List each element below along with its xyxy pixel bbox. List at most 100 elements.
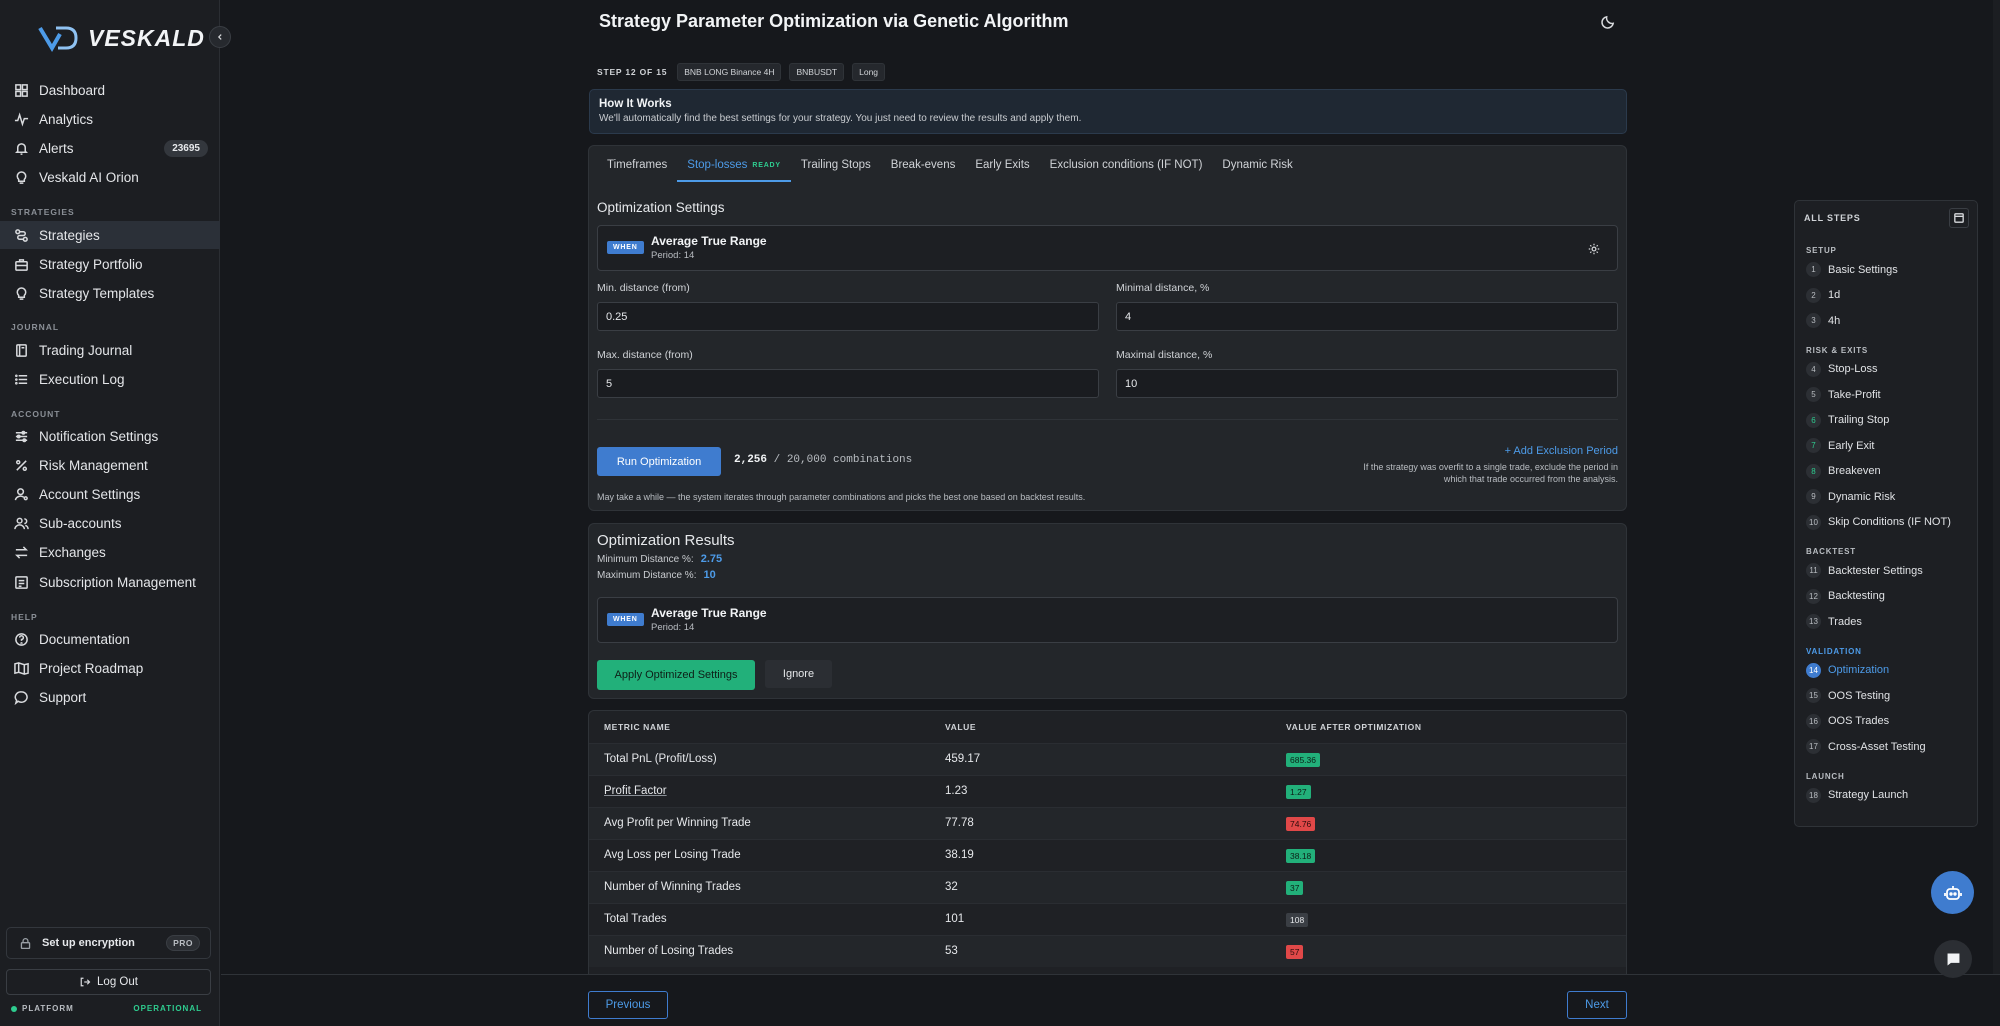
step-item-trades[interactable]: 13 Trades bbox=[1806, 614, 1862, 629]
setup-encryption-button[interactable]: Set up encryption PRO bbox=[6, 927, 211, 959]
sidebar-item-analytics[interactable]: Analytics bbox=[0, 105, 220, 133]
step-item-basic-settings[interactable]: 1 Basic Settings bbox=[1806, 262, 1898, 277]
sidebar-section-label: STRATEGIES bbox=[11, 207, 75, 217]
sidebar-item-project-roadmap[interactable]: Project Roadmap bbox=[0, 654, 220, 682]
step-label: Trailing Stop bbox=[1828, 414, 1890, 426]
sidebar-item-documentation[interactable]: Documentation bbox=[0, 625, 220, 653]
step-item-breakeven[interactable]: 8 Breakeven bbox=[1806, 463, 1881, 479]
step-item-early-exit[interactable]: 7 Early Exit bbox=[1806, 438, 1874, 453]
sidebar-item-strategy-templates[interactable]: Strategy Templates bbox=[0, 279, 220, 307]
step-item-trailing-stop[interactable]: 6 Trailing Stop bbox=[1806, 412, 1890, 428]
sidebar-item-dashboard[interactable]: Dashboard bbox=[0, 76, 220, 104]
step-label: STEP 12 OF 15 bbox=[597, 67, 668, 77]
sidebar-item-exchanges[interactable]: Exchanges bbox=[0, 539, 220, 567]
all-steps-panel: ALL STEPS SETUP 1 Basic Settings 2 1d 3 4h RISK… bbox=[1794, 200, 1978, 827]
step-item-backtesting[interactable]: 12 Backtesting bbox=[1806, 588, 1885, 604]
sidebar-item-label: Analytics bbox=[39, 111, 94, 127]
indicator-card[interactable]: WHEN Average True Range Period: 14 bbox=[597, 225, 1618, 271]
metric-name: Number of Winning Trades bbox=[604, 881, 741, 893]
sliders-icon-wrap bbox=[13, 428, 29, 444]
optimization-results-title: Optimization Results bbox=[597, 532, 735, 549]
tab-break-evens[interactable]: Break-evens bbox=[881, 155, 966, 182]
logout-button[interactable]: Log Out bbox=[6, 969, 211, 995]
step-item-skip-conditions-if-not[interactable]: 10 Skip Conditions (IF NOT) bbox=[1806, 514, 1951, 530]
metric-value-after: 37 bbox=[1286, 881, 1304, 895]
bell-icon-wrap bbox=[13, 140, 29, 156]
brand-logo[interactable]: VESKALD bbox=[38, 24, 205, 52]
step-label: Trades bbox=[1828, 615, 1862, 628]
tab-timeframes[interactable]: Timeframes bbox=[597, 155, 677, 182]
tab-exclusion-conditions-if-not[interactable]: Exclusion conditions (IF NOT) bbox=[1040, 155, 1213, 182]
max-distance-from-input[interactable]: 5 bbox=[597, 369, 1099, 398]
sidebar-item-strategy-portfolio[interactable]: Strategy Portfolio bbox=[0, 250, 220, 278]
sidebar-item-label: Alerts bbox=[39, 140, 74, 156]
steps-collapse-button[interactable] bbox=[1949, 208, 1969, 228]
minimal-distance-pct-label: Minimal distance, % bbox=[1116, 282, 1210, 294]
step-item-stop-loss[interactable]: 4 Stop-Loss bbox=[1806, 361, 1878, 377]
tab-stop-losses[interactable]: Stop-losses READY bbox=[677, 155, 791, 182]
sidebar-item-notification-settings[interactable]: Notification Settings bbox=[0, 422, 220, 450]
collapse-sidebar-button[interactable] bbox=[209, 26, 231, 48]
step-label: OOS Trades bbox=[1828, 715, 1890, 727]
step-number: 17 bbox=[1806, 739, 1821, 754]
step-number: 3 bbox=[1806, 313, 1821, 328]
previous-button[interactable]: Previous bbox=[588, 991, 668, 1019]
step-item-oos-trades[interactable]: 16 OOS Trades bbox=[1806, 713, 1890, 729]
step-number: 14 bbox=[1806, 662, 1821, 678]
sidebar-item-trading-journal[interactable]: Trading Journal bbox=[0, 336, 220, 364]
step-item-1d[interactable]: 2 1d bbox=[1806, 287, 1840, 303]
user-gear-icon bbox=[14, 488, 28, 501]
robot-icon bbox=[1943, 885, 1962, 900]
sidebar-item-account-settings[interactable]: Account Settings bbox=[0, 480, 220, 508]
sidebar-item-label: Strategies bbox=[39, 227, 100, 243]
sidebar-item-sub-accounts[interactable]: Sub-accounts bbox=[0, 510, 220, 538]
optimization-settings-title: Optimization Settings bbox=[597, 200, 725, 215]
sidebar-item-risk-management[interactable]: Risk Management bbox=[0, 451, 220, 479]
step-item-backtester-settings[interactable]: 11 Backtester Settings bbox=[1806, 563, 1923, 578]
step-number: 12 bbox=[1806, 588, 1821, 604]
tab-trailing-stops[interactable]: Trailing Stops bbox=[791, 155, 881, 182]
scrollbar[interactable] bbox=[1993, 0, 2000, 974]
tab-dynamic-risk[interactable]: Dynamic Risk bbox=[1212, 155, 1302, 182]
step-label: Backtester Settings bbox=[1828, 564, 1923, 577]
step-item-cross-asset-testing[interactable]: 17 Cross-Asset Testing bbox=[1806, 739, 1926, 754]
step-item-dynamic-risk[interactable]: 9 Dynamic Risk bbox=[1806, 489, 1895, 504]
support-chat-button[interactable] bbox=[1934, 940, 1972, 978]
sidebar-item-veskald-ai-orion[interactable]: Veskald AI Orion bbox=[0, 164, 220, 192]
step-item-oos-testing[interactable]: 15 OOS Testing bbox=[1806, 688, 1890, 703]
apply-optimized-settings-button[interactable]: Apply Optimized Settings bbox=[597, 660, 755, 690]
run-optimization-button[interactable]: Run Optimization bbox=[597, 447, 721, 476]
step-item-take-profit[interactable]: 5 Take-Profit bbox=[1806, 387, 1881, 402]
sidebar-item-execution-log[interactable]: Execution Log bbox=[0, 365, 220, 393]
tab-early-exits[interactable]: Early Exits bbox=[965, 155, 1039, 182]
brand-name: VESKALD bbox=[88, 24, 205, 51]
table-row: Profit Factor 1.23 1.27 bbox=[589, 775, 1626, 807]
sidebar-item-subscription-management[interactable]: Subscription Management bbox=[0, 568, 220, 596]
indicator-settings-button[interactable] bbox=[1588, 242, 1602, 256]
add-exclusion-period-link[interactable]: + Add Exclusion Period bbox=[1505, 445, 1618, 457]
operational-status: OPERATIONAL bbox=[133, 1004, 202, 1013]
theme-toggle-button[interactable] bbox=[1601, 14, 1619, 32]
sidebar-item-support[interactable]: Support bbox=[0, 683, 220, 711]
ai-assistant-button[interactable] bbox=[1931, 871, 1974, 914]
when-badge: WHEN bbox=[607, 241, 644, 254]
min-distance-from-input[interactable]: 0.25 bbox=[597, 302, 1099, 331]
step-item-optimization[interactable]: 14 Optimization bbox=[1806, 662, 1889, 678]
step-item-4h[interactable]: 3 4h bbox=[1806, 313, 1840, 328]
minimal-distance-pct-input[interactable]: 4 bbox=[1116, 302, 1618, 331]
step-number: 6 bbox=[1806, 412, 1821, 428]
metric-value: 77.78 bbox=[945, 817, 974, 829]
step-item-strategy-launch[interactable]: 18 Strategy Launch bbox=[1806, 787, 1908, 803]
steps-section-label: VALIDATION bbox=[1806, 646, 1862, 656]
next-button[interactable]: Next bbox=[1567, 991, 1627, 1019]
sidebar-item-strategies[interactable]: Strategies bbox=[0, 221, 220, 249]
step-number: 4 bbox=[1806, 361, 1821, 377]
logout-label: Log Out bbox=[97, 976, 138, 988]
lightbulb-icon-wrap bbox=[13, 285, 29, 301]
step-label: Skip Conditions (IF NOT) bbox=[1828, 516, 1951, 528]
lock-icon bbox=[20, 937, 31, 949]
maximal-distance-pct-input[interactable]: 10 bbox=[1116, 369, 1618, 398]
sidebar-item-alerts[interactable]: Alerts 23695 bbox=[0, 134, 220, 162]
ignore-button[interactable]: Ignore bbox=[765, 660, 832, 688]
metric-name[interactable]: Profit Factor bbox=[604, 785, 667, 797]
